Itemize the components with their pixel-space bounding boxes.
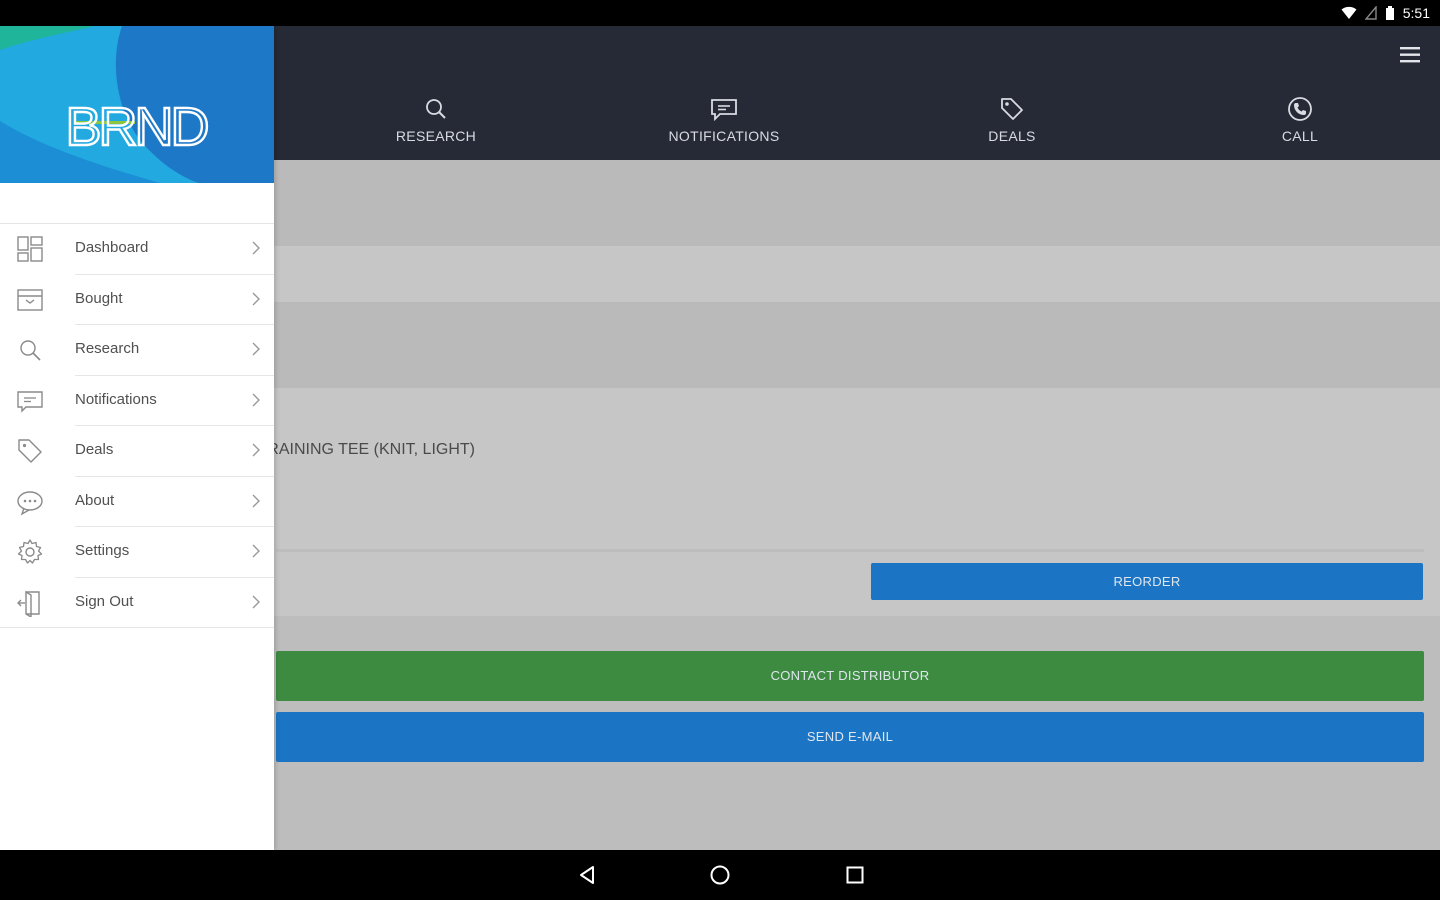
send-email-button[interactable]: SEND E-MAIL [276, 712, 1424, 762]
sign-out-icon [16, 589, 44, 617]
signal-icon [1364, 6, 1377, 20]
sidebar-item-label: Research [75, 340, 140, 357]
dashboard-icon [16, 235, 44, 263]
logo-text: BRND [65, 97, 207, 157]
chevron-right-icon [252, 292, 260, 305]
sidebar-item-bought[interactable]: Bought [0, 275, 274, 325]
chevron-right-icon [252, 443, 260, 457]
tab-research[interactable]: RESEARCH [336, 92, 536, 144]
chevron-right-icon [252, 393, 260, 406]
sidebar-item-label: Notifications [75, 390, 157, 408]
recents-icon[interactable] [843, 863, 867, 887]
reorder-button[interactable]: REORDER [871, 563, 1423, 600]
home-icon[interactable] [708, 863, 732, 887]
sidebar-item-about[interactable]: About [0, 477, 274, 527]
top-tabs: RESEARCH NOTIFICATIONS DEALS CALL [292, 92, 1440, 160]
sidebar-item-label: Sign Out [75, 592, 134, 610]
chevron-right-icon [252, 241, 260, 255]
search-icon [16, 336, 44, 364]
tab-deals-label: DEALS [988, 128, 1036, 144]
sidebar-item-label: Deals [75, 441, 114, 458]
phone-icon [1288, 97, 1312, 121]
sidebar-item-label: Settings [75, 542, 130, 559]
sidebar-item-settings[interactable]: Settings [0, 527, 274, 578]
sidebar-item-notifications[interactable]: Notifications [0, 376, 274, 426]
archive-box-icon [16, 286, 44, 314]
back-icon[interactable] [575, 863, 599, 887]
hamburger-menu-icon[interactable] [1398, 44, 1422, 66]
tab-call[interactable]: CALL [1200, 92, 1400, 144]
status-bar: 5:51 [0, 0, 1440, 26]
tag-icon [16, 437, 44, 465]
search-icon [426, 99, 446, 119]
navigation-drawer: BRND Dashboard Bought Research Notificat… [0, 26, 274, 850]
sidebar-item-label: Dashboard [75, 239, 149, 256]
divider [276, 549, 1424, 552]
brand-logo: BRND [0, 26, 274, 183]
contact-distributor-button[interactable]: CONTACT DISTRIBUTOR [276, 651, 1424, 701]
drawer-menu: Dashboard Bought Research Notifications [0, 223, 274, 628]
sidebar-item-deals[interactable]: Deals [0, 426, 274, 477]
chevron-right-icon [252, 595, 260, 608]
message-icon [16, 387, 44, 415]
battery-icon [1385, 6, 1394, 20]
wifi-icon [1341, 6, 1357, 20]
sidebar-item-label: About [75, 491, 115, 509]
status-icons: 5:51 [1341, 4, 1430, 22]
drawer-header: BRND [0, 26, 274, 183]
divider [0, 627, 274, 628]
tag-icon [1001, 98, 1023, 120]
sidebar-item-dashboard[interactable]: Dashboard [0, 224, 274, 275]
tab-notifications-label: NOTIFICATIONS [668, 128, 780, 144]
chevron-right-icon [252, 494, 260, 507]
chevron-right-icon [252, 544, 260, 558]
sidebar-item-label: Bought [75, 289, 123, 307]
gear-icon [16, 538, 44, 566]
tab-notifications[interactable]: NOTIFICATIONS [624, 92, 824, 144]
tab-call-label: CALL [1281, 128, 1319, 144]
status-time: 5:51 [1402, 5, 1430, 21]
chat-bubble-icon [16, 488, 44, 516]
message-icon [711, 99, 737, 122]
tab-deals[interactable]: DEALS [912, 92, 1112, 144]
chevron-right-icon [252, 342, 260, 356]
tab-research-label: RESEARCH [395, 128, 477, 144]
sidebar-item-research[interactable]: Research [0, 325, 274, 376]
sidebar-item-sign-out[interactable]: Sign Out [0, 578, 274, 628]
system-nav-bar [0, 850, 1440, 900]
